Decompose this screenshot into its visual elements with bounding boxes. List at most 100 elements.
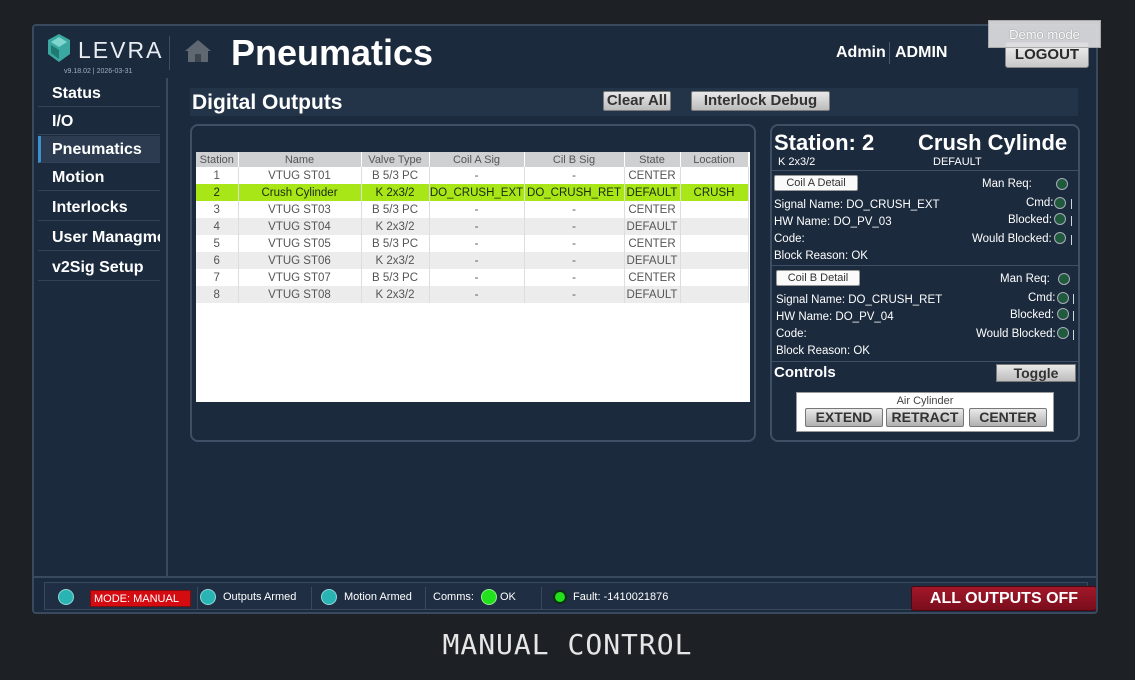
table-row[interactable]: 8 VTUG ST08 K 2x3/2 - - DEFAULT	[196, 286, 749, 303]
sidebar: Status I/O Pneumatics Motion Interlocks …	[34, 78, 168, 576]
cell-coil-b-sig: -	[524, 269, 625, 286]
coil-a-blocked-indicator	[1054, 213, 1066, 225]
coil-a-block-reason: Block Reason: OK	[774, 250, 868, 262]
cell-location: CRUSH	[680, 184, 749, 201]
cell-valve-type: K 2x3/2	[361, 286, 430, 303]
sidebar-item-status[interactable]: Status	[38, 80, 160, 107]
column-header-coil-a-sig[interactable]: Coil A Sig	[429, 152, 525, 167]
cell-station: 3	[196, 201, 239, 218]
cell-valve-type: B 5/3 PC	[361, 201, 430, 218]
comms-label: Comms:	[433, 591, 474, 603]
status-bar-inner: MODE: MANUAL Outputs Armed Motion Armed …	[44, 582, 1096, 611]
station-title: Station: 2	[774, 130, 875, 155]
status-bar: MODE: MANUAL Outputs Armed Motion Armed …	[34, 576, 1096, 612]
air-cylinder-label: Air Cylinder	[896, 395, 954, 407]
cell-coil-b-sig: -	[524, 167, 625, 184]
cell-station: 5	[196, 235, 239, 252]
demo-mode-badge: Demo mode	[988, 20, 1101, 48]
comms-indicator	[481, 589, 497, 605]
motion-armed-indicator	[321, 589, 337, 605]
section-title: Digital Outputs	[192, 91, 343, 114]
coil-a-cmd-label: Cmd:	[1026, 197, 1054, 209]
cell-coil-a-sig: -	[429, 269, 525, 286]
coil-b-detail-button[interactable]: Coil B Detail	[776, 270, 860, 286]
column-header-state[interactable]: State	[624, 152, 681, 167]
cell-valve-type: B 5/3 PC	[361, 167, 430, 184]
coil-a-blocked-label: Blocked:	[1008, 214, 1053, 226]
status-separator	[197, 587, 198, 609]
cell-state: DEFAULT	[624, 252, 681, 269]
cell-location	[680, 218, 749, 235]
header-divider	[169, 36, 170, 70]
station-state: DEFAULT	[933, 156, 982, 168]
sidebar-item-motion[interactable]: Motion	[38, 164, 160, 191]
table-row[interactable]: 3 VTUG ST03 B 5/3 PC - - CENTER	[196, 201, 749, 218]
sidebar-item-interlocks[interactable]: Interlocks	[38, 194, 160, 221]
status-separator	[541, 587, 542, 609]
table-row[interactable]: 1 VTUG ST01 B 5/3 PC - - CENTER	[196, 167, 749, 184]
page-title: Pneumatics	[231, 32, 434, 73]
table-row[interactable]: 5 VTUG ST05 B 5/3 PC - - CENTER	[196, 235, 749, 252]
cell-name: VTUG ST01	[238, 167, 362, 184]
coil-a-code: Code:	[774, 233, 805, 245]
sidebar-item-io[interactable]: I/O	[38, 108, 160, 135]
cell-station: 6	[196, 252, 239, 269]
column-header-station[interactable]: Station	[196, 152, 239, 167]
controls-divider	[772, 361, 1078, 362]
cell-state: CENTER	[624, 167, 681, 184]
stage: LEVRA v9.18.02 | 2026-03-31 Pneumatics A…	[0, 0, 1135, 680]
section-bar: Digital Outputs Clear All Interlock Debu…	[190, 88, 1078, 116]
coil-b-signal-name: Signal Name: DO_CRUSH_RET	[776, 294, 943, 306]
coil-a-detail-button[interactable]: Coil A Detail	[774, 175, 858, 191]
air-cylinder-control: Air Cylinder EXTEND RETRACT CENTER	[796, 392, 1054, 432]
column-header-location[interactable]: Location	[680, 152, 749, 167]
table-row[interactable]: 7 VTUG ST07 B 5/3 PC - - CENTER	[196, 269, 749, 286]
table-row-selected[interactable]: 2 Crush Cylinder K 2x3/2 DO_CRUSH_EXT DO…	[196, 184, 749, 201]
coil-a-man-req-indicator[interactable]	[1056, 178, 1068, 190]
coil-b-cmd-indicator	[1057, 292, 1069, 304]
cell-name: VTUG ST03	[238, 201, 362, 218]
digital-outputs-panel: Station Name Valve Type Coil A Sig Cil B…	[190, 124, 756, 442]
toggle-button[interactable]: Toggle	[996, 364, 1076, 382]
extend-button[interactable]: EXTEND	[805, 408, 883, 427]
center-button[interactable]: CENTER	[969, 408, 1047, 427]
column-header-name[interactable]: Name	[238, 152, 362, 167]
coil-b-cmd-label: Cmd:	[1028, 292, 1056, 304]
user-separator	[889, 42, 890, 64]
cell-state: DEFAULT	[624, 286, 681, 303]
column-header-coil-b-sig[interactable]: Cil B Sig	[524, 152, 625, 167]
coil-b-hw-name: HW Name: DO_PV_04	[776, 311, 894, 323]
sidebar-item-pneumatics[interactable]: Pneumatics	[38, 136, 160, 163]
cell-station: 8	[196, 286, 239, 303]
coil-a-cmd-indicator	[1054, 197, 1066, 209]
coil-b-would-blocked-bar	[1073, 330, 1074, 340]
levra-logo-icon	[48, 34, 70, 62]
all-outputs-off-button[interactable]: ALL OUTPUTS OFF	[911, 586, 1096, 611]
coil-a-blocked-bar	[1071, 216, 1072, 226]
cell-name: VTUG ST08	[238, 286, 362, 303]
interlock-debug-button[interactable]: Interlock Debug	[691, 91, 830, 111]
table-row[interactable]: 4 VTUG ST04 K 2x3/2 - - DEFAULT	[196, 218, 749, 235]
cell-coil-a-sig: -	[429, 201, 525, 218]
coil-b-block-reason: Block Reason: OK	[776, 345, 870, 357]
cell-coil-b-sig: -	[524, 201, 625, 218]
table-row[interactable]: 6 VTUG ST06 K 2x3/2 - - DEFAULT	[196, 252, 749, 269]
coil-b-blocked-label: Blocked:	[1010, 309, 1055, 321]
mode-badge[interactable]: MODE: MANUAL	[90, 590, 191, 607]
sidebar-item-user-management[interactable]: User Managment	[38, 224, 160, 251]
coil-b-man-req-indicator[interactable]	[1058, 273, 1070, 285]
coil-b-blocked-indicator	[1057, 308, 1069, 320]
retract-button[interactable]: RETRACT	[886, 408, 964, 427]
cell-coil-b-sig: -	[524, 286, 625, 303]
column-header-valve-type[interactable]: Valve Type	[361, 152, 430, 167]
cell-coil-a-sig: -	[429, 286, 525, 303]
cell-name: Crush Cylinder	[238, 184, 362, 201]
outputs-armed-indicator	[200, 589, 216, 605]
cell-coil-b-sig: -	[524, 218, 625, 235]
home-icon[interactable]	[184, 39, 212, 63]
sidebar-item-v2sig-setup[interactable]: v2Sig Setup	[38, 254, 160, 281]
user-role: ADMIN	[895, 44, 948, 61]
cell-station: 2	[196, 184, 239, 201]
clear-all-button[interactable]: Clear All	[603, 91, 671, 111]
cell-state: CENTER	[624, 201, 681, 218]
